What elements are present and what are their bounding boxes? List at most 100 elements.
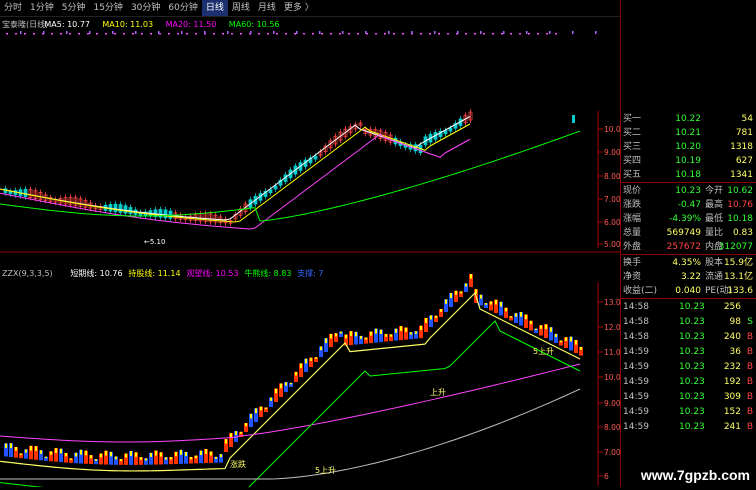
zzx-bar-highlight: [145, 458, 147, 461]
zzx-bar-highlight: [275, 388, 277, 394]
stat-label: 涨跌: [623, 200, 642, 210]
marker-dot: [6, 33, 8, 35]
tick-price: 10.23: [679, 362, 705, 372]
zzx-bar-highlight: [395, 328, 397, 333]
marker-tick: [572, 31, 574, 34]
candle-body: [118, 204, 123, 213]
marker-tick: [20, 31, 22, 34]
marker-tick: [250, 31, 252, 34]
bid-price: 10.21: [675, 128, 701, 138]
marker-dot: [537, 33, 539, 35]
zzx-bar-highlight: [365, 337, 367, 340]
candle-body: [448, 127, 453, 132]
period-toolbar: 分时 1分钟 5分钟 15分钟 30分钟 60分钟 日线 周线 月线 更多 〉: [0, 0, 620, 17]
marker-dot: [33, 33, 35, 35]
legend-label: 短期线: 10.76: [70, 268, 122, 278]
fund-value: 133.6: [727, 286, 753, 296]
stat-row: 总量 569749 量比 0.83: [621, 227, 756, 239]
fund-row: 净资 3.22 流通 13.1亿: [621, 271, 756, 283]
fund-label: 换手: [623, 258, 642, 268]
marker-dot: [312, 33, 314, 35]
zzx-bar-highlight: [390, 334, 392, 337]
period-tab[interactable]: 日线: [201, 0, 228, 16]
marker-tick: [43, 31, 45, 34]
stat-value: -0.47: [677, 200, 701, 210]
zzx-bar-highlight: [220, 454, 222, 458]
zzx-bar-highlight: [40, 450, 42, 454]
period-tab[interactable]: 5分钟: [58, 0, 90, 16]
period-tab[interactable]: 30分钟: [127, 0, 164, 16]
marker-dot: [492, 33, 494, 35]
candle-body: [123, 205, 128, 214]
tick-volume: 36: [729, 347, 741, 357]
marker-dot: [267, 33, 269, 35]
signal-annotation: 5上升: [315, 466, 336, 475]
tick-row: 14:59 10.23 192 B: [621, 376, 756, 388]
marker-dot: [141, 33, 143, 35]
period-tab[interactable]: 60分钟: [164, 0, 201, 16]
zzx-bar-highlight: [315, 357, 317, 359]
tick-time: 14:59: [623, 422, 649, 432]
period-tab[interactable]: 分时: [0, 0, 26, 16]
tick-price: 10.23: [679, 422, 705, 432]
legend-label: 牛熊线: 8.83: [244, 268, 291, 278]
tick-row: 14:58 10.23 240 B: [621, 331, 756, 343]
marker-dot: [240, 33, 242, 35]
stat-row: 现价 10.23 今开 10.62: [621, 185, 756, 197]
period-tab[interactable]: 月线: [254, 0, 280, 16]
zzx-bar-highlight: [20, 453, 22, 456]
chart-area[interactable]: 宝泰隆(日线) MA5: 10.77 MA10: 11.03 MA20: 11.50 M…: [0, 16, 626, 490]
zzx-bar-highlight: [150, 452, 152, 458]
marker-tick: [319, 31, 321, 34]
signal-annotation: 5上升: [533, 347, 554, 356]
stat-value: 569749: [666, 228, 701, 238]
fund-label: 股本: [705, 258, 724, 268]
tick-side: B: [746, 362, 753, 372]
marker-dot: [132, 33, 134, 35]
tick-time: 14:59: [623, 377, 649, 387]
zzx-bar-highlight: [210, 451, 212, 456]
marker-dot: [321, 33, 323, 35]
marker-tick: [549, 31, 551, 34]
zzx-bar-highlight: [560, 340, 562, 343]
marker-dot: [483, 33, 485, 35]
short-term-line: [0, 291, 581, 472]
period-tab[interactable]: 更多 〉: [280, 0, 318, 16]
zzx-bar-highlight: [170, 457, 172, 460]
zzx-bar-highlight: [255, 408, 257, 414]
signal-annotation: 上升: [430, 388, 446, 397]
zzx-bar-highlight: [400, 326, 402, 332]
stat-row: 外盘 257672 内盘 312077: [621, 241, 756, 253]
marker-tick: [595, 31, 597, 34]
fund-label: 净资: [623, 272, 642, 282]
marker-dot: [150, 33, 152, 35]
zzx-bar-highlight: [190, 457, 192, 460]
zzx-bar-highlight: [35, 446, 37, 451]
tick-volume: 256: [723, 302, 741, 312]
tick-volume: 98: [729, 317, 741, 327]
stat-value: 0.83: [732, 228, 753, 238]
tick-row: 14:59 10.23 152 B: [621, 406, 756, 418]
chart-svg[interactable]: 宝泰隆(日线)MA5: 10.77 MA10: 11.03 MA20: 11.50 M…: [0, 16, 626, 490]
period-tab[interactable]: 1分钟: [26, 0, 58, 16]
zzx-bar-highlight: [30, 445, 32, 451]
zzx-bar-highlight: [60, 448, 62, 454]
zzx-bar-highlight: [570, 336, 572, 342]
marker-tick: [181, 31, 183, 34]
zzx-bar-highlight: [325, 338, 327, 344]
period-tab[interactable]: 15分钟: [89, 0, 126, 16]
candle-body: [313, 155, 318, 160]
zzx-bar-highlight: [10, 443, 12, 449]
tick-volume: 232: [723, 362, 741, 372]
marker-tick: [457, 31, 459, 34]
marker-dot: [348, 33, 350, 35]
quote-panel: 买一 10.22 54 买二 10.21 781 买三 10.20 1318 买四 10.19 627…: [621, 0, 756, 487]
marker-dot: [330, 33, 332, 35]
zzx-bar-highlight: [425, 318, 427, 323]
marker-dot: [114, 33, 116, 35]
tick-side: B: [746, 407, 753, 417]
tick-row: 14:59 10.23 241 B: [621, 421, 756, 433]
separator: [621, 254, 756, 255]
marker-dot: [69, 33, 71, 35]
period-tab[interactable]: 周线: [228, 0, 254, 16]
